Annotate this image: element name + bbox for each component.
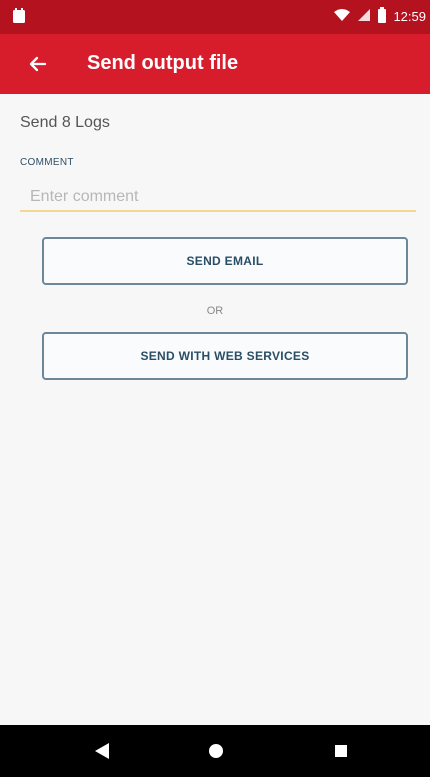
battery-icon bbox=[377, 6, 387, 26]
wifi-icon bbox=[333, 8, 351, 25]
home-circle-icon[interactable] bbox=[205, 740, 227, 762]
status-icons: 12:59 bbox=[333, 6, 426, 26]
send-email-button[interactable]: SEND EMAIL bbox=[42, 237, 408, 285]
comment-label: COMMENT bbox=[20, 157, 74, 168]
send-web-services-button[interactable]: SEND WITH WEB SERVICES bbox=[42, 332, 408, 380]
send-output-form: Send 8 Logs COMMENT SEND EMAIL OR SEND W… bbox=[0, 94, 430, 725]
page-title: Send output file bbox=[87, 52, 239, 74]
back-triangle-icon[interactable] bbox=[91, 740, 113, 762]
notification-icon bbox=[12, 8, 26, 24]
or-divider: OR bbox=[206, 305, 224, 317]
signal-icon bbox=[357, 8, 371, 25]
recents-square-icon[interactable] bbox=[330, 740, 352, 762]
section-title: Send 8 Logs bbox=[20, 114, 110, 131]
arrow-back-icon[interactable] bbox=[24, 50, 52, 78]
status-bar: 12:59 bbox=[0, 0, 430, 34]
clock-text: 12:59 bbox=[393, 8, 426, 24]
app-bar: Send output file bbox=[0, 34, 430, 94]
comment-input[interactable] bbox=[20, 184, 416, 212]
navigation-bar bbox=[0, 725, 430, 777]
